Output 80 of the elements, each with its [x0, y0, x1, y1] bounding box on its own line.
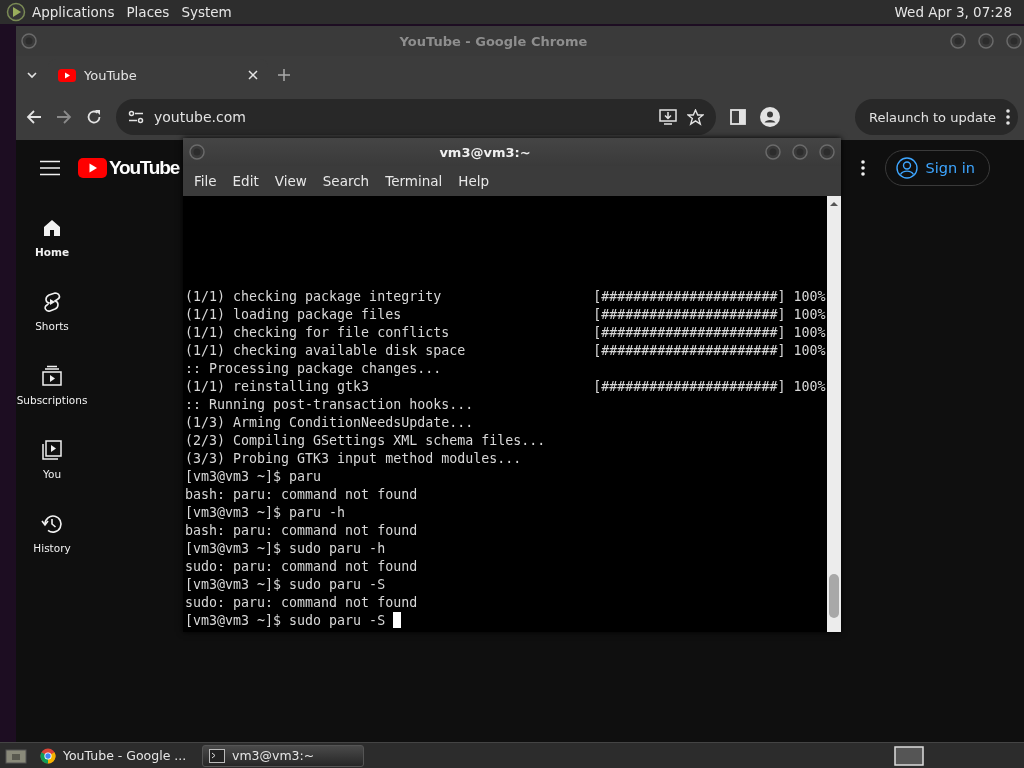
menu-item[interactable]: Help — [450, 173, 498, 189]
account-icon — [895, 157, 918, 179]
chrome-icon — [40, 747, 56, 764]
sidebar-item[interactable]: Subscriptions — [16, 348, 88, 422]
panel-menu[interactable]: Places — [120, 4, 176, 20]
terminal-line: (1/1) checking for file conflicts — [185, 324, 451, 342]
taskbar-button[interactable]: YouTube - Google ... — [34, 744, 196, 767]
show-desktop-icon[interactable] — [4, 746, 28, 765]
terminal-line: [vm3@vm3 ~]$ sudo paru -S — [185, 612, 594, 630]
terminal-line: [vm3@vm3 ~]$ sudo paru -S — [185, 576, 387, 594]
terminal-line: (1/3) Arming ConditionNeedsUpdate... — [185, 414, 475, 432]
terminal-line: bash: paru: command not found — [185, 522, 419, 540]
subscriptions-icon — [40, 364, 64, 388]
tab-search-icon[interactable] — [26, 69, 38, 81]
terminal-line: [vm3@vm3 ~]$ paru -h — [185, 504, 347, 522]
window-menu-button[interactable] — [21, 33, 37, 49]
terminal-line: sudo: paru: command not found — [185, 558, 419, 576]
workspace-icon[interactable] — [894, 745, 924, 766]
menu-item[interactable]: Edit — [224, 173, 267, 189]
forward-icon[interactable] — [56, 109, 72, 125]
progress-text: [######################] 100% — [593, 378, 826, 396]
minimize-button[interactable] — [765, 144, 781, 160]
reload-icon[interactable] — [86, 109, 102, 125]
terminal-line: (1/1) reinstalling gtk3 — [185, 378, 371, 396]
window-title: YouTube - Google Chrome — [398, 33, 589, 49]
progress-text: [######################] 100% — [593, 324, 826, 342]
menu-item[interactable]: Terminal — [377, 173, 451, 189]
panel-menu[interactable]: System — [175, 4, 238, 20]
back-icon[interactable] — [26, 109, 42, 125]
site-settings-icon[interactable] — [128, 110, 144, 124]
minimize-button[interactable] — [950, 33, 966, 49]
maximize-button[interactable] — [978, 33, 994, 49]
bookmark-star-icon[interactable] — [687, 108, 704, 126]
maximize-button[interactable] — [792, 144, 808, 160]
terminal-line: (1/1) loading package files — [185, 306, 403, 324]
terminal-line: [vm3@vm3 ~]$ paru — [185, 468, 323, 486]
scrollbar[interactable] — [827, 196, 841, 632]
terminal-line: sudo: paru: command not found — [185, 594, 419, 612]
profile-icon[interactable] — [760, 107, 780, 127]
terminal-line: :: Running post-transaction hooks... — [185, 396, 475, 414]
terminal-icon — [209, 748, 225, 763]
sidebar-item[interactable]: Shorts — [16, 274, 88, 348]
sidebar-item[interactable]: History — [16, 496, 88, 570]
sidebar-item[interactable]: Home — [16, 200, 88, 274]
distro-logo-icon[interactable] — [6, 2, 26, 22]
history-icon — [40, 512, 64, 536]
progress-text: [######################] 100% — [593, 288, 826, 306]
install-app-icon[interactable] — [659, 109, 677, 125]
terminal-line: (3/3) Probing GTK3 input method modules... — [185, 450, 523, 468]
address-bar[interactable]: youtube.com — [116, 99, 716, 135]
sidebar-item[interactable]: You — [16, 422, 88, 496]
menu-icon[interactable] — [40, 160, 60, 176]
terminal-line: bash: paru: command not found — [185, 486, 419, 504]
more-options-icon[interactable] — [860, 160, 865, 176]
panel-menu[interactable]: Applications — [26, 4, 121, 20]
progress-text: [######################] 100% — [593, 306, 826, 324]
close-button[interactable] — [1006, 33, 1022, 49]
scrollbar-thumb[interactable] — [829, 574, 839, 618]
window-title: vm3@vm3:~ — [438, 144, 532, 160]
youtube-favicon-icon — [58, 68, 76, 82]
terminal-line: [vm3@vm3 ~]$ sudo paru -h — [185, 540, 387, 558]
close-button[interactable] — [819, 144, 835, 160]
menu-item[interactable]: File — [186, 173, 225, 189]
kebab-menu-icon[interactable] — [1006, 109, 1010, 125]
new-tab-icon[interactable] — [278, 69, 290, 81]
playlist-icon — [40, 438, 64, 462]
taskbar-button[interactable]: vm3@vm3:~ — [202, 744, 364, 767]
terminal-line: :: Processing package changes... — [185, 360, 443, 378]
terminal-line: (1/1) checking available disk space — [185, 342, 467, 360]
window-menu-button[interactable] — [189, 144, 205, 160]
terminal-line: (1/1) checking package integrity — [185, 288, 443, 306]
clock[interactable]: Wed Apr 3, 07:28 — [888, 4, 1018, 20]
side-panel-icon[interactable] — [730, 109, 746, 125]
youtube-logo[interactable]: YouTube — [78, 157, 180, 179]
close-tab-icon[interactable] — [248, 70, 258, 80]
menu-item[interactable]: Search — [314, 173, 378, 189]
menu-item[interactable]: View — [266, 173, 315, 189]
progress-text: [######################] 100% — [593, 342, 826, 360]
terminal-line: (2/3) Compiling GSettings XML schema files... — [185, 432, 547, 450]
relaunch-button[interactable]: Relaunch to update — [855, 99, 1018, 135]
